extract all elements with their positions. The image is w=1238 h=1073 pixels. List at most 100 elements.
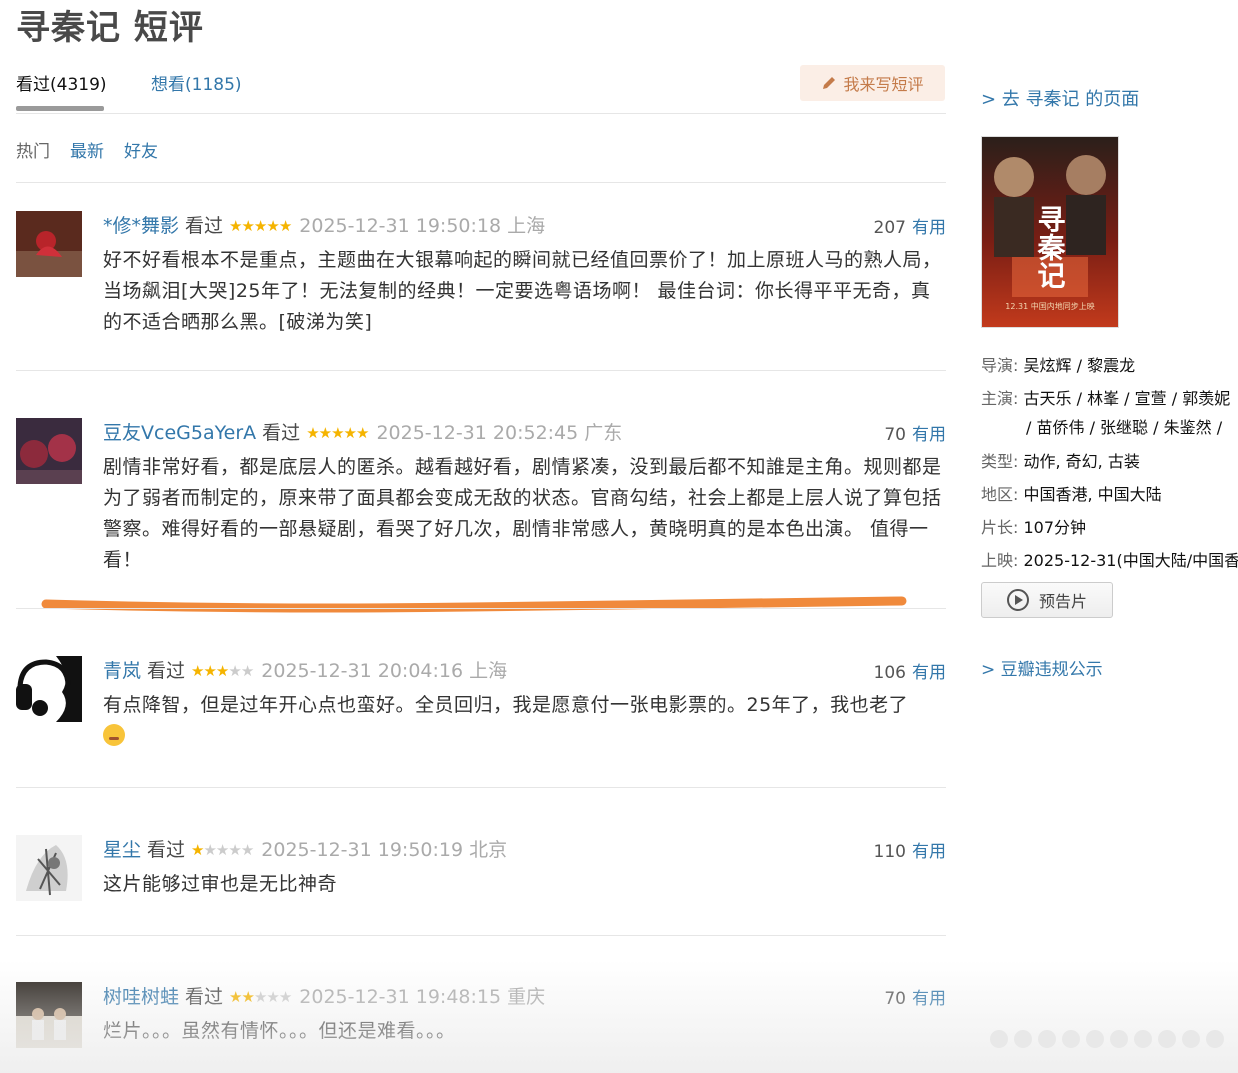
pencil-icon: [823, 77, 836, 89]
divider: [16, 608, 946, 609]
vote-count: 207 有用: [874, 213, 946, 238]
review-time: 2025-12-31 20:52:45: [376, 422, 579, 444]
tab-want-to-watch[interactable]: 想看(1185): [151, 70, 242, 95]
review-status: 看过: [147, 839, 186, 861]
tab-watched[interactable]: 看过(4319): [16, 70, 107, 95]
sort-newest[interactable]: 最新: [70, 137, 104, 162]
review-content: 剧情非常好看，都是底层人的匿杀。越看越好看，剧情紧凑，没到最后都不知誰是主角。规…: [103, 456, 942, 571]
review-username[interactable]: 星尘: [103, 839, 141, 861]
review-content: 烂片。。。虽然有情怀。。。但还是难看。。。: [103, 1020, 456, 1042]
info-length: 片长: 107分钟: [981, 514, 1086, 538]
review-item: 星尘 看过 ★★★★★ 2025-12-31 19:50:19 北京 110 有用 这片能…: [16, 835, 946, 915]
review-time: 2025-12-31 19:50:19: [261, 839, 464, 861]
review-content: 有点降智，但是过年开心点也蛮好。全员回归，我是愿意付一张电影票的。25年了，我也…: [103, 690, 945, 752]
review-status: 看过: [185, 215, 224, 237]
rating-stars: ★★★★★: [191, 662, 254, 680]
write-review-button[interactable]: 我来写短评: [800, 65, 945, 101]
play-icon: [1006, 589, 1029, 611]
info-director: 导演: 吴炫辉 / 黎震龙: [981, 352, 1135, 376]
violation-notice-link[interactable]: > 豆瓣违规公示: [981, 655, 1103, 680]
vote-number: 207: [873, 218, 906, 238]
release-value: 2025-12-31(中国大陆/中国香港): [1023, 551, 1238, 570]
divider: [16, 113, 946, 114]
review-item: 豆友VceG5aYerA 看过 ★★★★★ 2025-12-31 20:52:45 广东…: [16, 418, 946, 578]
cast-value: 古天乐 / 林峯 / 宣萱 / 郭羡妮: [1023, 389, 1231, 408]
poster-date: 12.31 中国内地同步上映: [1005, 301, 1094, 311]
vote-count: 70 有用: [884, 420, 946, 445]
avatar[interactable]: [16, 211, 82, 277]
review-time: 2025-12-31 19:50:18: [299, 215, 502, 237]
image-watermark-dots: [990, 1030, 1224, 1048]
vote-count: 70 有用: [884, 984, 946, 1009]
trailer-label: 预告片: [1038, 592, 1087, 611]
vote-number: 110: [873, 842, 906, 862]
review-meta: 星尘 看过 ★★★★★ 2025-12-31 19:50:19 北京: [103, 835, 507, 862]
highlight-underline: [41, 596, 907, 613]
divider: [16, 370, 946, 371]
review-username[interactable]: 青岚: [103, 660, 141, 682]
review-meta: 树哇树蛙 看过 ★★★★★ 2025-12-31 19:48:15 重庆: [103, 982, 545, 1009]
review-time: 2025-12-31 19:48:15: [299, 986, 502, 1008]
vote-number: 70: [884, 989, 906, 1009]
avatar[interactable]: [16, 656, 82, 722]
useful-button[interactable]: 有用: [912, 425, 946, 445]
review-location: 上海: [469, 660, 508, 682]
review-content: 好不好看根本不是重点，主题曲在大银幕响起的瞬间就已经值回票价了！加上原班人马的熟…: [103, 249, 942, 333]
region-label: 地区:: [981, 485, 1019, 504]
genre-label: 类型:: [981, 452, 1019, 471]
review-status: 看过: [147, 660, 186, 682]
review-location: 重庆: [507, 986, 546, 1008]
avatar[interactable]: [16, 835, 82, 901]
info-genre: 类型: 动作, 奇幻, 古装: [981, 448, 1140, 472]
divider: [16, 787, 946, 788]
length-label: 片长:: [981, 518, 1019, 537]
useful-button[interactable]: 有用: [912, 218, 946, 238]
avatar[interactable]: [16, 982, 82, 1048]
length-value: 107分钟: [1023, 518, 1087, 537]
director-value: 吴炫辉 / 黎震龙: [1023, 356, 1136, 375]
review-username[interactable]: 豆友VceG5aYerA: [103, 422, 256, 444]
review-item: 树哇树蛙 看过 ★★★★★ 2025-12-31 19:48:15 重庆 70 有用 烂片…: [16, 982, 946, 1062]
region-value: 中国香港, 中国大陆: [1023, 485, 1162, 504]
review-time: 2025-12-31 20:04:16: [261, 660, 464, 682]
useful-button[interactable]: 有用: [912, 842, 946, 862]
vote-count: 106 有用: [874, 658, 946, 683]
divider: [16, 935, 946, 936]
goto-movie-page-link[interactable]: > 去 寻秦记 的页面: [981, 85, 1139, 111]
avatar[interactable]: [16, 418, 82, 484]
info-release: 上映: 2025-12-31(中国大陆/中国香港): [981, 547, 1238, 571]
useful-button[interactable]: 有用: [912, 989, 946, 1009]
vote-number: 106: [873, 663, 906, 683]
review-item: *修*舞影 看过 ★★★★★ 2025-12-31 19:50:18 上海 207 有用 …: [16, 211, 946, 351]
sort-friends[interactable]: 好友: [124, 137, 158, 162]
info-region: 地区: 中国香港, 中国大陆: [981, 481, 1162, 505]
vote-count: 110 有用: [874, 837, 946, 862]
genre-value: 动作, 奇幻, 古装: [1023, 452, 1140, 471]
page-title: 寻秦记 短评: [16, 8, 204, 48]
release-label: 上映:: [981, 551, 1019, 570]
rating-stars: ★★★★★: [229, 217, 292, 235]
emoji-icon: [103, 724, 125, 746]
review-username[interactable]: 树哇树蛙: [103, 986, 179, 1008]
trailer-button[interactable]: 预告片: [981, 582, 1113, 618]
review-status: 看过: [185, 986, 224, 1008]
divider: [16, 182, 946, 183]
useful-button[interactable]: 有用: [912, 663, 946, 683]
review-item: 青岚 看过 ★★★★★ 2025-12-31 20:04:16 上海 106 有用 有点降…: [16, 656, 946, 766]
review-location: 北京: [469, 839, 508, 861]
info-cast: 主演: 古天乐 / 林峯 / 宣萱 / 郭羡妮: [981, 385, 1230, 409]
active-tab-indicator: [16, 106, 104, 111]
sort-hot[interactable]: 热门: [16, 137, 50, 162]
review-text: 有点降智，但是过年开心点也蛮好。全员回归，我是愿意付一张电影票的。25年了，我也…: [103, 694, 909, 716]
vote-number: 70: [884, 425, 906, 445]
review-meta: *修*舞影 看过 ★★★★★ 2025-12-31 19:50:18 上海: [103, 211, 545, 238]
review-content: 这片能够过审也是无比神奇: [103, 873, 338, 895]
movie-poster[interactable]: 寻秦记 12.31 中国内地同步上映: [981, 136, 1119, 328]
write-review-label: 我来写短评: [843, 75, 924, 94]
review-location: 上海: [507, 215, 546, 237]
review-username[interactable]: *修*舞影: [103, 215, 179, 237]
director-label: 导演:: [981, 356, 1019, 375]
rating-stars: ★★★★★: [191, 841, 254, 859]
rating-stars: ★★★★★: [306, 424, 369, 442]
review-location: 广东: [584, 422, 623, 444]
